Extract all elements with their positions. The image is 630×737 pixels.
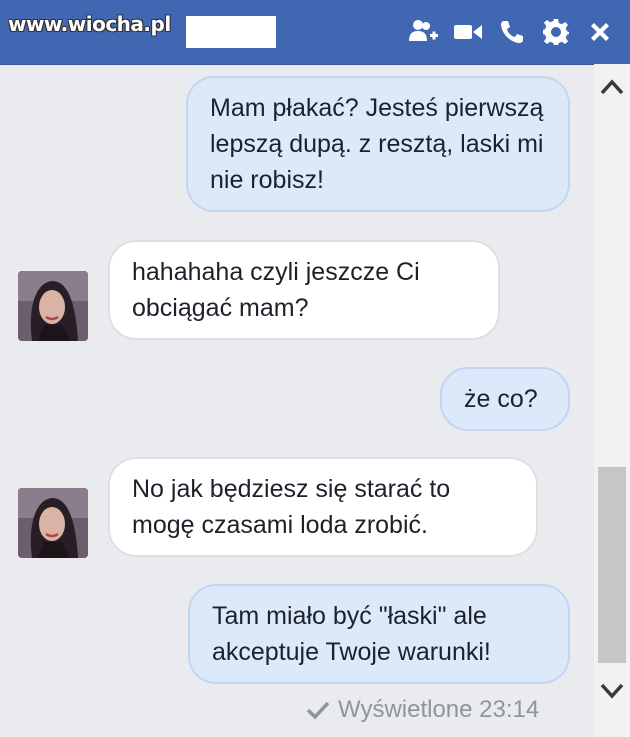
seen-status: Wyświetlone 23:14 <box>306 696 539 724</box>
chat-header: www.wiocha.pl <box>0 0 630 65</box>
header-actions <box>402 12 622 52</box>
add-person-icon[interactable] <box>402 12 446 52</box>
redacted-name-box <box>186 16 276 48</box>
seen-label: Wyświetlone 23:14 <box>338 696 540 723</box>
chevron-down-icon[interactable] <box>600 680 624 702</box>
watermark: www.wiocha.pl <box>8 12 171 36</box>
check-icon <box>306 700 330 720</box>
avatar[interactable] <box>18 488 88 558</box>
scrollbar-thumb[interactable] <box>598 467 626 663</box>
avatar[interactable] <box>18 271 88 341</box>
chevron-up-icon[interactable] <box>600 76 624 98</box>
incoming-message: No jak będziesz się starać to mogę czasa… <box>108 457 538 557</box>
close-icon[interactable] <box>578 12 622 52</box>
outgoing-message: Tam miało być "łaski" ale akceptuje Twoj… <box>188 584 570 684</box>
scrollbar[interactable] <box>594 64 630 737</box>
video-call-icon[interactable] <box>446 12 490 52</box>
phone-icon[interactable] <box>490 12 534 52</box>
outgoing-message: że co? <box>440 367 570 431</box>
outgoing-message: Mam płakać? Jesteś pierwszą lepszą dupą.… <box>186 76 570 212</box>
gear-icon[interactable] <box>534 12 578 52</box>
incoming-message: hahahaha czyli jeszcze Ci obciągać mam? <box>108 240 500 340</box>
chat-window: www.wiocha.pl Mam płakać? Jesteś pierwsz… <box>0 0 630 737</box>
